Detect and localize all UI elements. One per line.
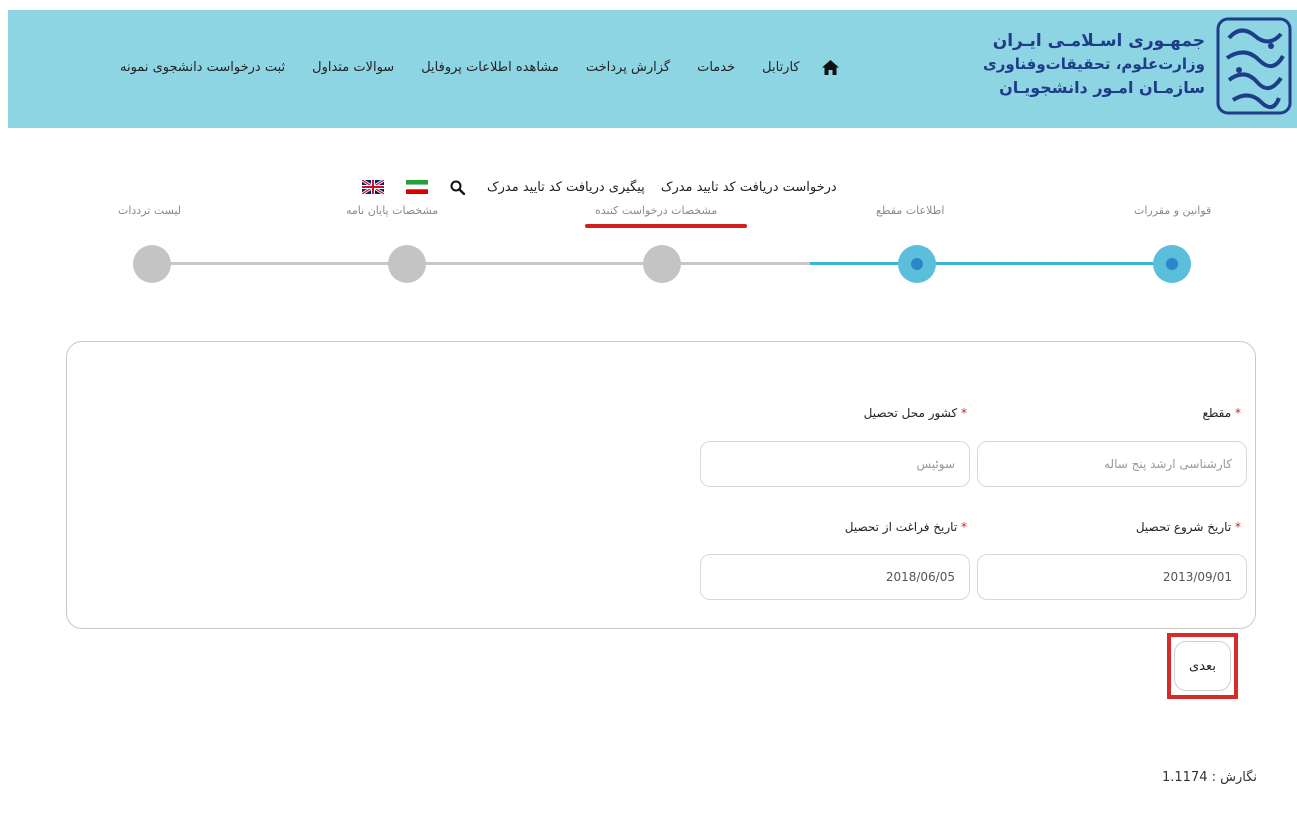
end-date-label: * تاریخ فراغت از تحصیل bbox=[845, 520, 967, 534]
main-nav: کارتابل خدمات گزارش پرداخت مشاهده اطلاعا… bbox=[120, 60, 839, 75]
step-highlight-underline bbox=[585, 224, 747, 228]
nav-item-view-profile[interactable]: مشاهده اطلاعات پروفایل bbox=[421, 60, 559, 75]
step-label-applicant-info: مشخصات درخواست کننده bbox=[595, 204, 718, 217]
site-header: کارتابل خدمات گزارش پرداخت مشاهده اطلاعا… bbox=[8, 10, 1297, 128]
country-label-text: کشور محل تحصیل bbox=[863, 406, 958, 420]
search-icon[interactable] bbox=[450, 180, 465, 195]
degree-input[interactable] bbox=[977, 441, 1247, 487]
home-icon[interactable] bbox=[821, 60, 839, 75]
start-date-input[interactable] bbox=[977, 554, 1247, 600]
step-dot-rules[interactable] bbox=[1153, 245, 1191, 283]
link-track-verification-code[interactable]: پیگیری دریافت کد تایید مدرک bbox=[487, 180, 645, 195]
logo-emblem-icon bbox=[1216, 17, 1292, 115]
flag-iran-icon[interactable] bbox=[406, 180, 428, 194]
degree-label: * مقطع bbox=[1202, 406, 1241, 420]
degree-form-panel: * مقطع * کشور محل تحصیل * تاریخ شروع تحص… bbox=[66, 341, 1256, 629]
step-dot-degree-info[interactable] bbox=[898, 245, 936, 283]
nav-item-payment-report[interactable]: گزارش پرداخت bbox=[586, 60, 670, 75]
flag-uk-icon[interactable] bbox=[362, 180, 384, 194]
nav-item-services[interactable]: خدمات bbox=[697, 60, 735, 75]
start-date-label-text: تاریخ شروع تحصیل bbox=[1135, 520, 1232, 534]
nav-item-sample-student[interactable]: ثبت درخواست دانشجوی نمونه bbox=[120, 60, 285, 75]
start-date-label: * تاریخ شروع تحصیل bbox=[1136, 520, 1241, 534]
logo-line-2: وزارت‌علوم، تحقیقات‌وفناوری bbox=[983, 55, 1205, 73]
country-label: * کشور محل تحصیل bbox=[864, 406, 967, 420]
logo-text: جمهـوری اسـلامـی ایـران وزارت‌علوم، تحقی… bbox=[983, 30, 1205, 99]
step-dot-thesis-info[interactable] bbox=[388, 245, 426, 283]
version-label: نگارش : 1.1174 bbox=[1162, 770, 1258, 785]
required-mark: * bbox=[1235, 406, 1241, 420]
nav-item-faq[interactable]: سوالات متداول bbox=[312, 60, 394, 75]
nav-item-kartable[interactable]: کارتابل bbox=[762, 60, 799, 75]
required-mark: * bbox=[961, 406, 967, 420]
logo-line-1: جمهـوری اسـلامـی ایـران bbox=[992, 31, 1205, 51]
step-label-degree-info: اطلاعات مقطع bbox=[876, 204, 945, 217]
step-dot-traffic-list[interactable] bbox=[133, 245, 171, 283]
end-date-label-text: تاریخ فراغت از تحصیل bbox=[844, 520, 958, 534]
next-button[interactable]: بعدی bbox=[1174, 641, 1231, 691]
top-sub-links: درخواست دریافت کد تایید مدرک پیگیری دریا… bbox=[362, 176, 837, 198]
step-dot-applicant-info[interactable] bbox=[643, 245, 681, 283]
end-date-input[interactable] bbox=[700, 554, 970, 600]
next-button-highlight: بعدی bbox=[1167, 633, 1238, 699]
degree-label-text: مقطع bbox=[1202, 406, 1232, 420]
country-input[interactable] bbox=[700, 441, 970, 487]
stepper-track-progress bbox=[810, 262, 1172, 265]
required-mark: * bbox=[1235, 520, 1241, 534]
logo-line-3: سازمـان امـور دانشجویـان bbox=[999, 78, 1205, 97]
step-label-rules: قوانین و مقررات bbox=[1134, 204, 1212, 217]
site-logo[interactable]: جمهـوری اسـلامـی ایـران وزارت‌علوم، تحقی… bbox=[983, 16, 1297, 118]
step-label-traffic-list: لیست ترددات bbox=[118, 204, 182, 217]
step-label-thesis-info: مشخصات پایان نامه bbox=[346, 204, 439, 217]
required-mark: * bbox=[961, 520, 967, 534]
link-request-verification-code[interactable]: درخواست دریافت کد تایید مدرک bbox=[661, 180, 837, 195]
